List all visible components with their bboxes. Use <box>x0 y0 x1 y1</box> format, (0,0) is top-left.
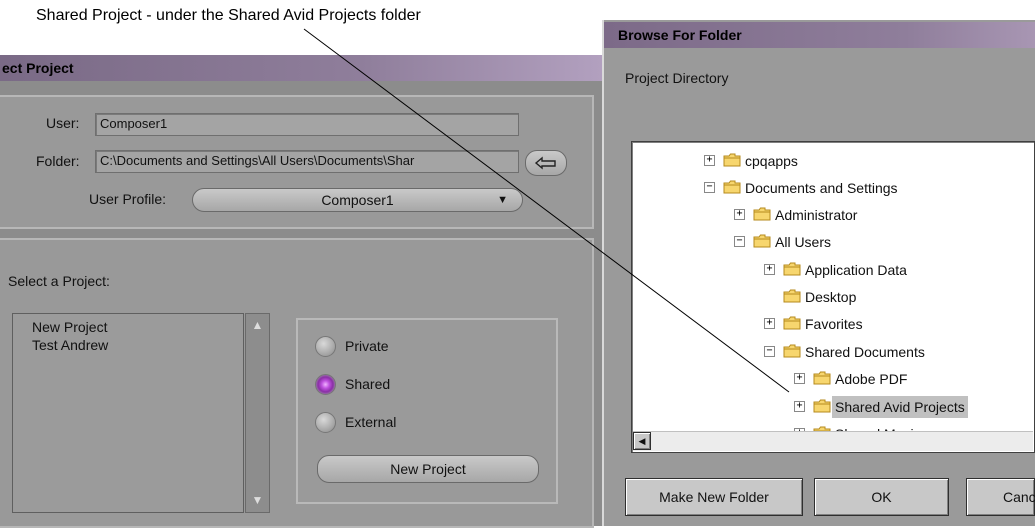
scroll-up-icon[interactable]: ▲ <box>248 316 267 335</box>
private-label: Private <box>345 338 389 354</box>
folder-icon <box>753 207 771 221</box>
tree-horizontal-scrollbar[interactable]: ◀ <box>633 431 1033 451</box>
shared-label: Shared <box>345 376 391 392</box>
folder-icon <box>783 262 801 276</box>
folder-label: Folder: <box>36 153 80 169</box>
expand-icon[interactable]: + <box>764 264 775 275</box>
cancel-button[interactable]: Canc <box>966 478 1035 516</box>
expand-icon[interactable]: + <box>764 318 775 329</box>
folder-icon <box>813 371 831 385</box>
browse-folder-button[interactable] <box>525 150 567 176</box>
shared-radio[interactable] <box>315 374 336 395</box>
external-label: External <box>345 414 397 430</box>
user-profile-label: User Profile: <box>89 191 167 207</box>
folder-icon <box>783 344 801 358</box>
new-project-button[interactable]: New Project <box>317 455 539 483</box>
select-project-title: ect Project <box>0 55 602 81</box>
folder-icon <box>723 153 741 167</box>
project-list[interactable]: New Project Test Andrew <box>12 313 244 513</box>
folder-icon <box>783 289 801 303</box>
browse-dialog-title: Browse For Folder <box>604 22 1035 48</box>
scroll-down-icon[interactable]: ▼ <box>248 491 267 510</box>
user-field[interactable]: Composer1 <box>95 113 519 136</box>
tree-item[interactable]: Favorites <box>805 313 863 335</box>
expand-icon[interactable]: + <box>794 401 805 412</box>
folder-icon <box>723 180 741 194</box>
chevron-down-icon: ▼ <box>497 194 508 206</box>
user-profile-dropdown[interactable]: Composer1 ▼ <box>192 188 523 212</box>
select-project-label: Select a Project: <box>8 273 110 289</box>
user-profile-value: Composer1 <box>321 192 394 208</box>
project-list-scrollbar[interactable]: ▲ ▼ <box>245 313 270 513</box>
tree-item[interactable]: Shared Avid Projects <box>832 396 968 418</box>
tree-item[interactable]: Shared Documents <box>805 341 925 363</box>
folder-icon <box>783 316 801 330</box>
make-new-folder-button[interactable]: Make New Folder <box>625 478 803 516</box>
user-label: User: <box>46 115 80 131</box>
annotation-caption: Shared Project - under the Shared Avid P… <box>36 7 421 24</box>
collapse-icon[interactable]: − <box>704 182 715 193</box>
tree-item[interactable]: Administrator <box>775 204 857 226</box>
tree-item[interactable]: Desktop <box>805 286 856 308</box>
expand-icon[interactable]: + <box>704 155 715 166</box>
folder-browse-icon <box>534 156 556 170</box>
tree-item[interactable]: All Users <box>775 231 831 253</box>
expand-icon[interactable]: + <box>734 209 745 220</box>
ok-button[interactable]: OK <box>814 478 949 516</box>
project-directory-label: Project Directory <box>625 70 729 86</box>
tree-item[interactable]: Documents and Settings <box>745 177 898 199</box>
list-item[interactable]: Test Andrew <box>32 336 108 354</box>
collapse-icon[interactable]: − <box>764 346 775 357</box>
list-item[interactable]: New Project <box>32 318 107 336</box>
tree-item[interactable]: cpqapps <box>745 150 798 172</box>
collapse-icon[interactable]: − <box>734 236 745 247</box>
tree-item[interactable]: Adobe PDF <box>835 368 907 390</box>
folder-icon <box>813 399 831 413</box>
folder-field[interactable]: C:\Documents and Settings\All Users\Docu… <box>95 150 519 173</box>
private-radio[interactable] <box>315 336 336 357</box>
external-radio[interactable] <box>315 412 336 433</box>
expand-icon[interactable]: + <box>794 373 805 384</box>
folder-icon <box>753 234 771 248</box>
scroll-left-icon[interactable]: ◀ <box>633 432 651 450</box>
tree-item[interactable]: Application Data <box>805 259 907 281</box>
